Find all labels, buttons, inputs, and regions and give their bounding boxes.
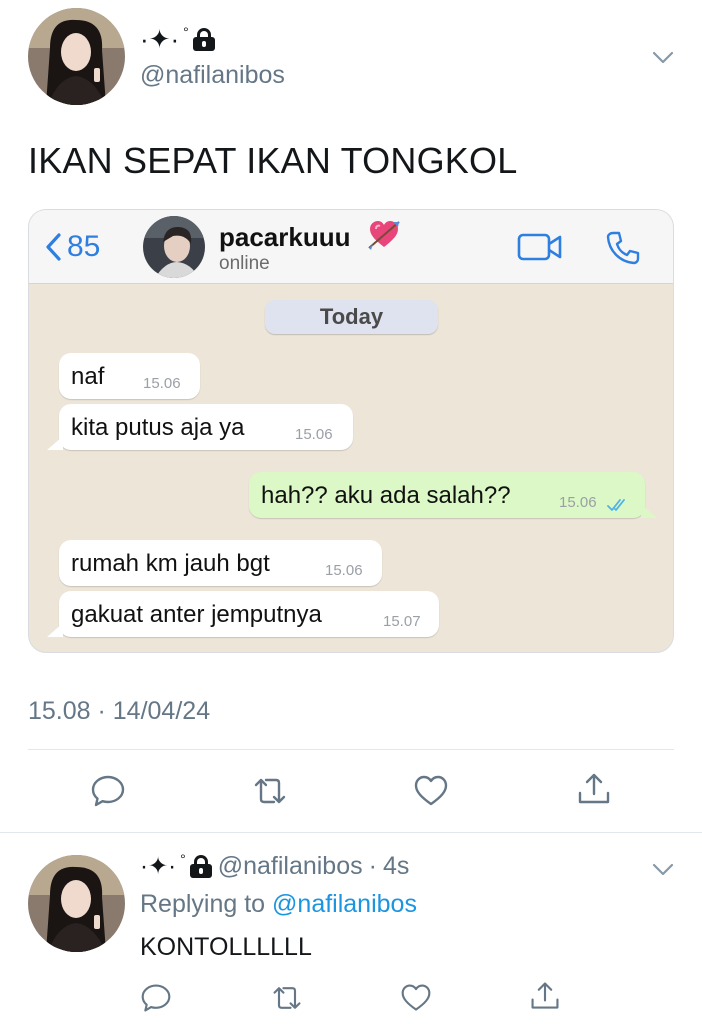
chat-header: 85 pacarkuuu online bbox=[29, 210, 673, 284]
phone-call-icon[interactable] bbox=[605, 230, 641, 266]
tweet-text: IKAN SEPAT IKAN TONGKOL bbox=[28, 140, 518, 181]
bubble-tail bbox=[47, 436, 63, 450]
message-bubble-incoming[interactable]: rumah km jauh bgt 15.06 bbox=[59, 540, 382, 586]
read-ticks-icon bbox=[607, 499, 625, 511]
message-text: rumah km jauh bgt bbox=[71, 550, 270, 577]
bubble-tail bbox=[641, 504, 657, 518]
replying-to-line: Replying to @nafilanibos bbox=[140, 890, 417, 919]
back-button[interactable]: 85 bbox=[45, 230, 100, 264]
lock-icon bbox=[189, 854, 212, 878]
reply-text: KONTOLLLLLL bbox=[140, 933, 312, 961]
unread-count: 85 bbox=[67, 230, 101, 263]
contact-avatar[interactable] bbox=[143, 216, 205, 278]
message-bubble-incoming[interactable]: naf 15.06 bbox=[59, 353, 200, 399]
display-name-ring: ° bbox=[180, 850, 186, 867]
message-time: 15.06 bbox=[143, 375, 181, 392]
divider bbox=[0, 832, 702, 833]
reply-age: 4s bbox=[382, 852, 410, 880]
divider bbox=[28, 749, 674, 750]
reply-header: ·✦· ° @nafilanibos · 4s bbox=[140, 850, 410, 881]
replying-prefix: Replying to bbox=[140, 890, 266, 918]
message-time: 15.06 bbox=[559, 494, 597, 511]
chevron-down-icon[interactable] bbox=[652, 858, 674, 880]
like-icon[interactable] bbox=[400, 982, 432, 1014]
tweet-timestamp[interactable]: 15.08 · 14/04/24 bbox=[28, 697, 210, 726]
message-bubble-incoming[interactable]: gakuat anter jemputnya 15.07 bbox=[47, 591, 439, 637]
message-bubble-outgoing[interactable]: hah?? aku ada salah?? 15.06 bbox=[249, 472, 657, 518]
reply-icon[interactable] bbox=[90, 773, 126, 809]
video-call-icon[interactable] bbox=[517, 232, 563, 262]
reply-author-avatar[interactable] bbox=[28, 855, 125, 952]
contact-name: pacarkuuu bbox=[219, 222, 351, 252]
retweet-icon[interactable] bbox=[271, 982, 303, 1014]
message-text: naf bbox=[71, 363, 105, 390]
like-icon[interactable] bbox=[413, 773, 449, 809]
attached-chat-screenshot[interactable]: 85 pacarkuuu online Today naf 15.06 kita… bbox=[28, 209, 674, 653]
chevron-down-icon[interactable] bbox=[652, 46, 674, 68]
author-handle[interactable]: @nafilanibos bbox=[140, 61, 285, 90]
date-chip: Today bbox=[265, 300, 438, 334]
contact-status: online bbox=[219, 253, 270, 274]
message-time: 15.07 bbox=[383, 613, 421, 630]
share-icon[interactable] bbox=[576, 771, 612, 807]
retweet-icon[interactable] bbox=[252, 773, 288, 809]
mention-link[interactable]: @nafilanibos bbox=[272, 890, 417, 918]
reply-author-display-name[interactable]: ·✦· ° bbox=[140, 850, 212, 881]
message-text: kita putus aja ya bbox=[71, 414, 245, 441]
share-icon[interactable] bbox=[529, 980, 561, 1012]
author-display-name[interactable]: ·✦· ° bbox=[140, 24, 215, 55]
message-text: gakuat anter jemputnya bbox=[71, 601, 322, 628]
reply-icon[interactable] bbox=[140, 982, 172, 1014]
chevron-left-icon bbox=[46, 233, 61, 261]
message-time: 15.06 bbox=[325, 562, 363, 579]
display-name-glyphs: ·✦· bbox=[140, 853, 177, 880]
message-text: hah?? aku ada salah?? bbox=[261, 482, 511, 509]
display-name-glyphs: ·✦· bbox=[140, 24, 180, 54]
reply-author-handle[interactable]: @nafilanibos bbox=[218, 852, 363, 881]
heart-arrow-icon bbox=[368, 221, 400, 250]
author-avatar[interactable] bbox=[28, 8, 125, 105]
message-time: 15.06 bbox=[295, 426, 333, 443]
message-bubble-incoming[interactable]: kita putus aja ya 15.06 bbox=[47, 404, 353, 450]
separator-dot: · bbox=[368, 852, 377, 880]
display-name-ring: ° bbox=[183, 23, 189, 40]
lock-icon bbox=[192, 27, 215, 51]
bubble-tail bbox=[47, 623, 63, 637]
